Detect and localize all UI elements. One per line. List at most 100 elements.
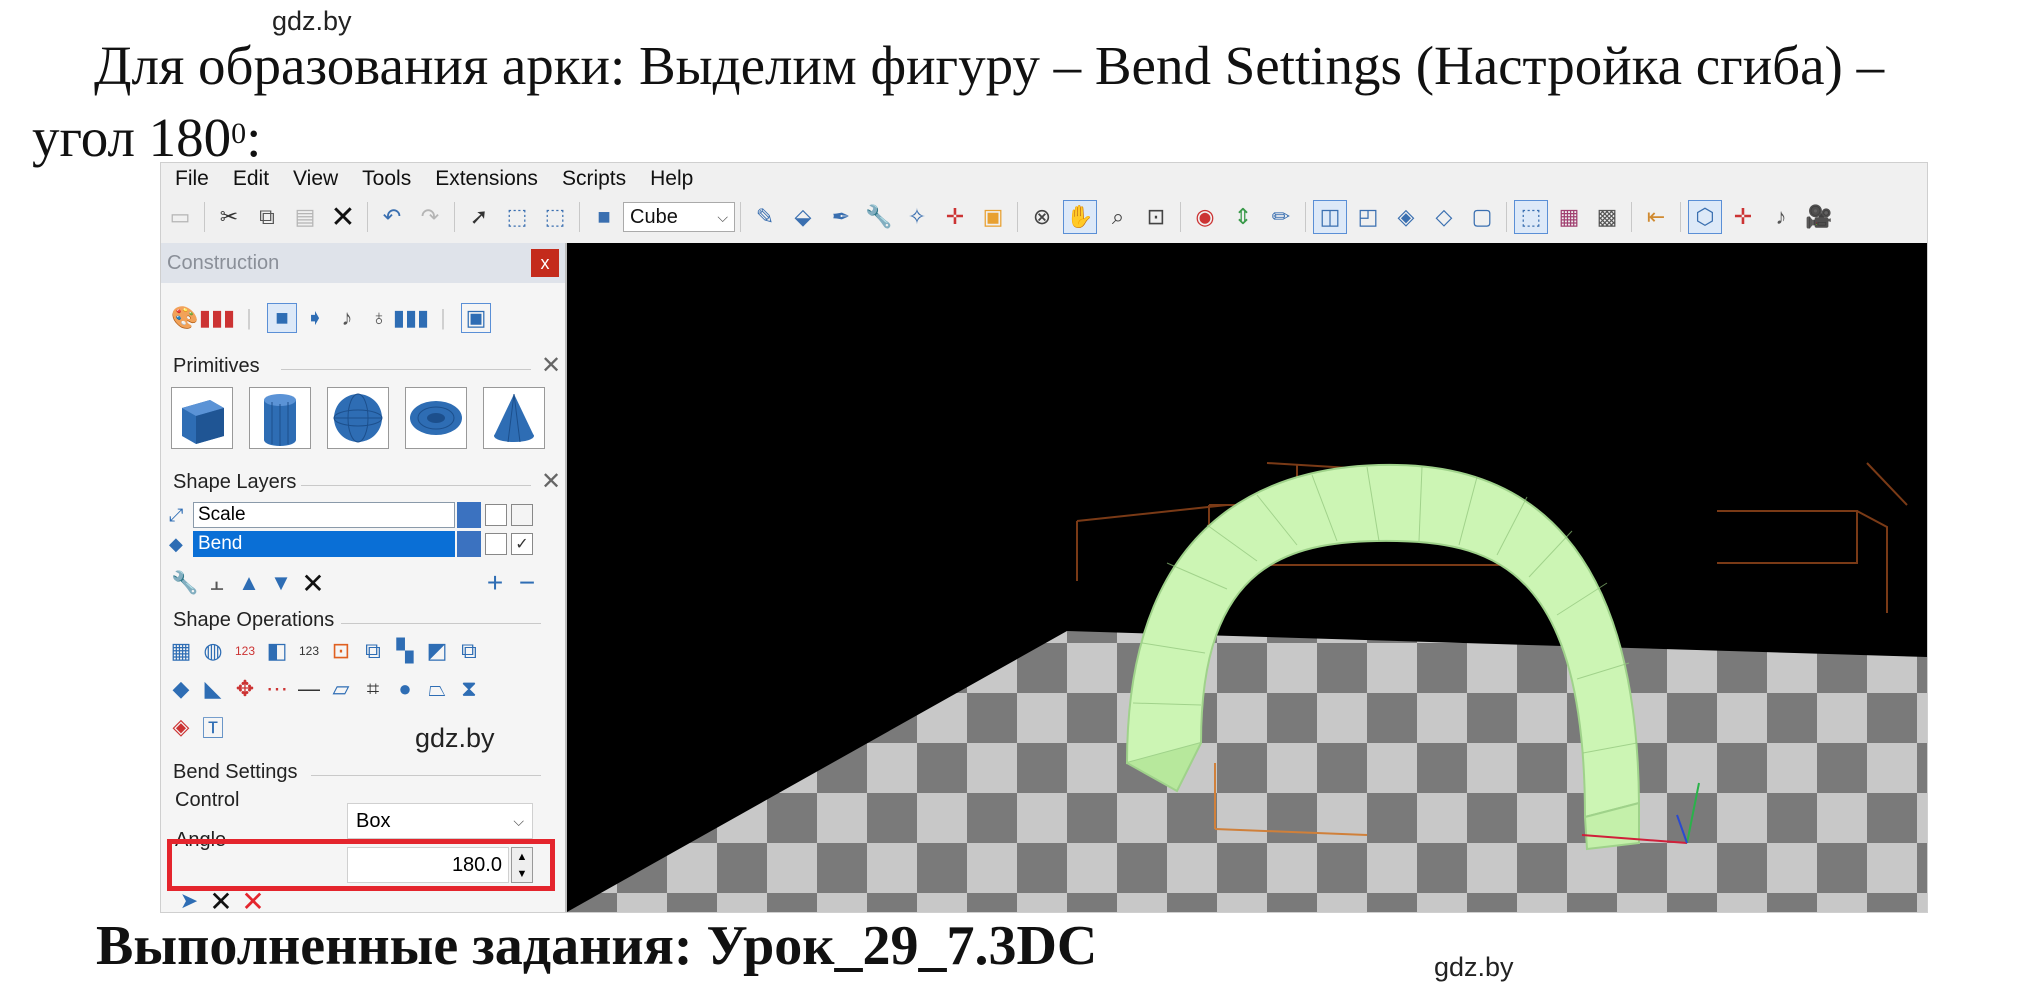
move-down-icon[interactable]: ▼ [267, 569, 295, 597]
shape-type-select[interactable]: Cube ⌵ [623, 202, 735, 232]
import-icon[interactable]: ⇤ [1639, 200, 1673, 234]
reset-icon[interactable]: ✕ [207, 886, 235, 913]
primitive-cone[interactable] [483, 387, 545, 449]
delete-layer-icon[interactable]: ✕ [299, 568, 327, 599]
dots-op-icon[interactable]: ⋯ [263, 675, 291, 703]
select-box-icon[interactable]: ⬚ [500, 200, 534, 234]
line-op-icon[interactable]: — [295, 675, 323, 703]
primitive-cylinder[interactable] [249, 387, 311, 449]
trapezoid-op-icon[interactable]: ⏢ [423, 675, 451, 703]
clear-icon[interactable]: ✕ [239, 886, 267, 913]
render-solid-icon[interactable]: ▩ [1590, 200, 1624, 234]
hourglass-op-icon[interactable]: ⧗ [455, 675, 483, 703]
layer-visible-checkbox[interactable] [485, 533, 507, 555]
view-side-icon[interactable]: ▢ [1465, 200, 1499, 234]
close-panel-button[interactable]: x [531, 249, 559, 277]
primitive-cube[interactable] [171, 387, 233, 449]
menu-tools[interactable]: Tools [362, 167, 411, 191]
camera-icon[interactable]: 🎥 [1802, 200, 1836, 234]
pen-icon[interactable]: ✏ [1264, 200, 1298, 234]
select-lasso-icon[interactable]: ⬚ [538, 200, 572, 234]
select-arrow-icon[interactable]: ➚ [462, 200, 496, 234]
paste-icon[interactable]: ▤ [288, 200, 322, 234]
move-up-icon[interactable]: ▲ [235, 569, 263, 597]
eyedropper-icon[interactable]: ✒ [824, 200, 858, 234]
close-primitives-icon[interactable]: ✕ [541, 351, 561, 380]
view-perspective-icon[interactable]: ◈ [1389, 200, 1423, 234]
stack-op-icon[interactable]: ▚ [391, 637, 419, 665]
library-icon[interactable]: ▮▮▮ [393, 304, 429, 332]
text-op-icon[interactable]: 🅃 [199, 713, 227, 741]
viewport-3d[interactable] [567, 243, 1927, 912]
render-wire-icon[interactable]: ⬚ [1514, 200, 1548, 234]
light-pen-icon[interactable]: ♪ [333, 304, 361, 332]
grid-box-icon[interactable]: ⬡ [1688, 200, 1722, 234]
close-shape-layers-icon[interactable]: ✕ [541, 467, 561, 496]
view-top-icon[interactable]: ◰ [1351, 200, 1385, 234]
layer-visible-checkbox[interactable] [485, 504, 507, 526]
round-op-icon[interactable]: ● [391, 675, 419, 703]
cut-icon[interactable]: ✂ [212, 200, 246, 234]
menu-scripts[interactable]: Scripts [562, 167, 626, 191]
grid-op-icon[interactable]: ▦ [167, 637, 195, 665]
numbers-op-icon[interactable]: 123 [231, 637, 259, 665]
redo-icon[interactable]: ↷ [413, 200, 447, 234]
boxes-op-icon[interactable]: ⧉ [359, 637, 387, 665]
pinch-op-icon[interactable]: ✥ [231, 675, 259, 703]
add-layer-icon[interactable]: + [481, 567, 509, 598]
twist-op-icon[interactable]: ◆ [167, 675, 195, 703]
select-op-icon[interactable]: ◩ [423, 637, 451, 665]
texture-axis-icon[interactable]: ✛ [938, 200, 972, 234]
sphere-op-icon[interactable]: ◍ [199, 637, 227, 665]
remove-layer-icon[interactable]: − [513, 567, 541, 598]
zoom-fit-icon[interactable]: ⊡ [1139, 200, 1173, 234]
menu-view[interactable]: View [293, 167, 338, 191]
table-op-icon[interactable]: 123 [295, 637, 323, 665]
fill-op-icon[interactable]: ◈ [167, 713, 195, 741]
panels-icon[interactable]: ▣ [461, 303, 491, 333]
frame-op-icon[interactable]: ⊡ [327, 637, 355, 665]
paint-brush-icon[interactable]: ✎ [748, 200, 782, 234]
render-textured-icon[interactable]: ▦ [1552, 200, 1586, 234]
magic-wand-icon[interactable]: ✧ [900, 200, 934, 234]
layer-row-scale[interactable]: ⤢ Scale [169, 501, 559, 529]
layer-row-bend[interactable]: ◆ Bend ✓ [169, 530, 559, 558]
wrench-icon[interactable]: 🔧 [862, 200, 896, 234]
menu-help[interactable]: Help [650, 167, 693, 191]
apply-icon[interactable]: ⫠ [203, 569, 231, 597]
pick-icon[interactable]: ➤ [175, 887, 203, 912]
primitive-sphere[interactable] [327, 387, 389, 449]
tag-icon[interactable]: ➧ [301, 304, 329, 332]
axis-icon[interactable]: ✛ [1726, 200, 1760, 234]
menu-file[interactable]: File [175, 167, 209, 191]
save-icon[interactable]: ▭ [163, 200, 197, 234]
texture-icon[interactable]: ▣ [976, 200, 1010, 234]
materials-icon[interactable]: ▮▮▮ [199, 304, 235, 332]
orbit-icon[interactable]: ⊗ [1025, 200, 1059, 234]
move-vertical-icon[interactable]: ⇕ [1226, 200, 1260, 234]
palette-icon[interactable]: 🎨 [171, 304, 199, 332]
primitive-torus[interactable] [405, 387, 467, 449]
paint-bucket-icon[interactable]: ⬙ [786, 200, 820, 234]
menu-edit[interactable]: Edit [233, 167, 269, 191]
zoom-icon[interactable]: ⌕ [1101, 200, 1135, 234]
delete-icon[interactable]: ✕ [326, 200, 360, 234]
copy-icon[interactable]: ⧉ [250, 200, 284, 234]
taper-op-icon[interactable]: ◣ [199, 675, 227, 703]
undo-icon[interactable]: ↶ [375, 200, 409, 234]
eye-icon[interactable]: ◉ [1188, 200, 1222, 234]
control-select[interactable]: Box ⌵ [347, 803, 533, 839]
layer-enable-checkbox[interactable]: ✓ [511, 533, 533, 555]
construction-cube-icon[interactable]: ■ [267, 303, 297, 333]
slant-op-icon[interactable]: ▱ [327, 675, 355, 703]
book-op-icon[interactable]: ◧ [263, 637, 291, 665]
bulb-icon[interactable]: ♁ [365, 304, 393, 332]
cage-op-icon[interactable]: ⌗ [359, 675, 387, 703]
view-iso-icon[interactable]: ◇ [1427, 200, 1461, 234]
clone-op-icon[interactable]: ⧉ [455, 637, 483, 665]
lamp-icon[interactable]: ♪ [1764, 200, 1798, 234]
wrench-icon[interactable]: 🔧 [171, 569, 199, 597]
layer-enable-checkbox[interactable] [511, 504, 533, 526]
pan-hand-icon[interactable]: ✋ [1063, 200, 1097, 234]
view-front-icon[interactable]: ◫ [1313, 200, 1347, 234]
